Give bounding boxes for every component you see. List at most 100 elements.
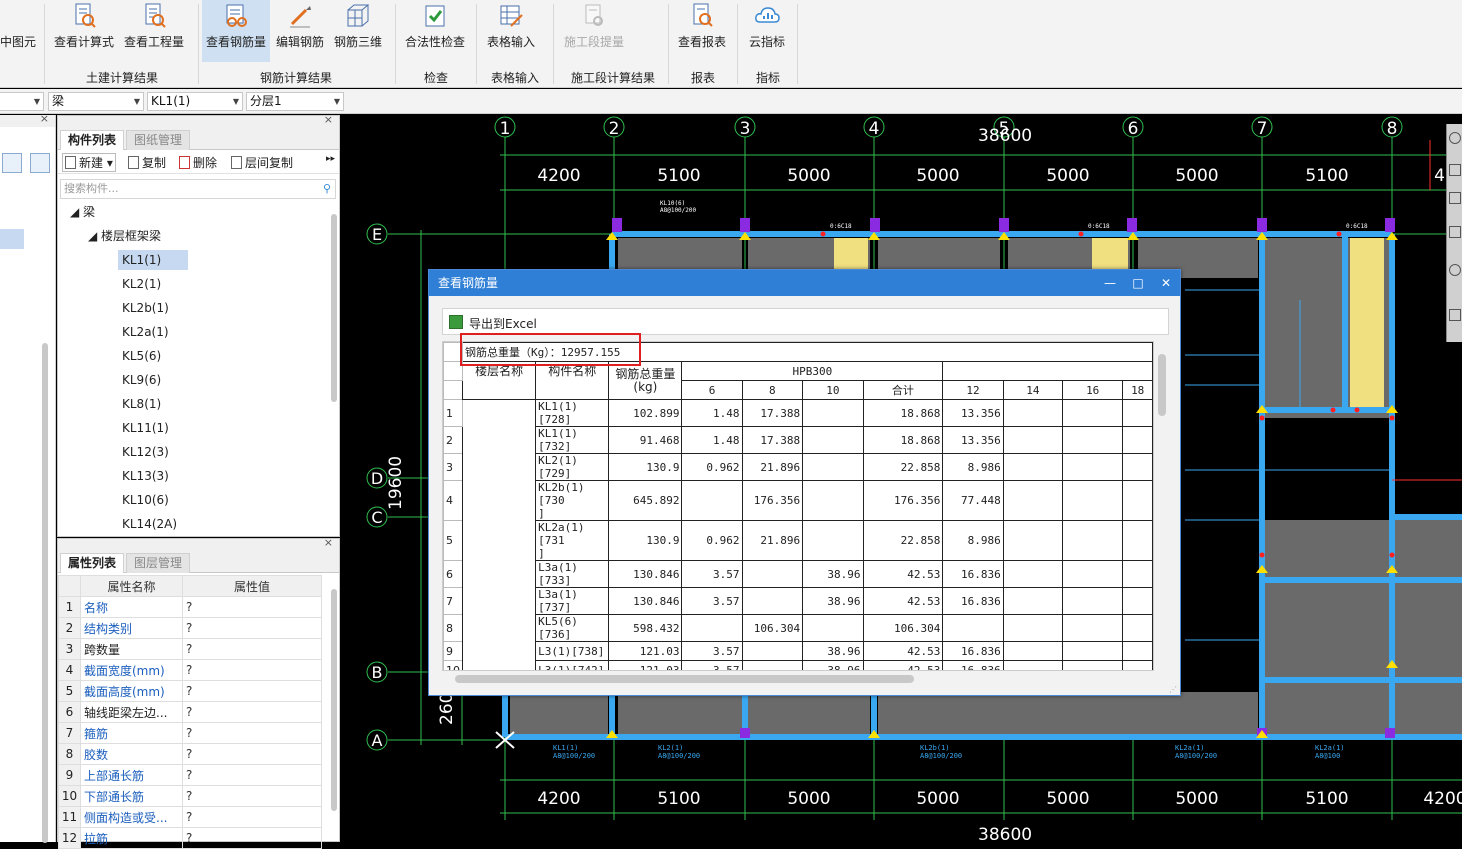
grid-horizontal-scrollbar[interactable] [455,675,914,683]
property-value[interactable]: ? [182,680,322,702]
list-view-icon[interactable] [2,153,22,173]
tree-item[interactable]: KL8(1) [118,394,165,414]
table-row[interactable]: 7 L3a(1)[737] 130.846 3.57 38.96 42.53 16.836 [443,587,1153,615]
property-value[interactable]: ? [182,806,322,828]
view-report-button[interactable]: 查看报表 [672,0,732,62]
tab-layer-management[interactable]: 图层管理 [126,553,191,573]
property-row[interactable]: 4 截面宽度(mm)? [58,659,322,681]
table-row[interactable]: 10 L3(1)[742] 121.03 3.57 38.96 42.53 16.836 [443,660,1153,670]
tree-item[interactable]: KL2b(1) [118,298,173,318]
tree-item[interactable]: KL13(3) [118,466,173,486]
rotate-icon[interactable] [1449,264,1461,276]
svg-text:A8@100/200: A8@100/200 [1175,752,1217,760]
property-value[interactable]: ? [182,659,322,681]
close-icon[interactable]: × [40,112,49,125]
tree-item[interactable]: KL9(6) [118,370,165,390]
tab-component-list[interactable]: 构件列表 [60,130,125,150]
floor-select[interactable]: ▼ [0,92,44,111]
tree-root-beam[interactable]: ◢ 梁 [66,202,99,222]
zoom-icon[interactable] [1449,132,1461,144]
cloud-index-button[interactable]: 云指标 [740,0,794,62]
tree-group-frame-beam[interactable]: ◢ 楼层框架梁 [84,226,165,246]
property-row[interactable]: 7 箍筋? [58,722,322,744]
property-name: 截面高度(mm) [80,680,183,702]
validity-check-button[interactable]: 合法性检查 [400,0,470,62]
table-input-button[interactable]: 表格输入 [480,0,542,62]
element-type-select[interactable]: 梁 ▼ [48,92,144,111]
maximize-icon[interactable]: □ [1126,270,1150,296]
tree-item[interactable]: KL12(3) [118,442,173,462]
component-search-input[interactable]: 搜索构件... ⚲ [60,179,336,199]
new-component-button[interactable]: 新建 ▾ [62,153,116,172]
property-row[interactable]: 3 跨数量? [58,638,322,660]
table-row[interactable]: 6 L3a(1)[733] 130.846 3.57 38.96 42.53 16.836 [443,560,1153,588]
property-scrollbar[interactable] [331,589,337,811]
table-row[interactable]: 2 KL1(1)[732] 91.468 1.48 17.388 18.868 13.356 [443,426,1153,454]
property-value[interactable]: ? [182,596,322,618]
property-row[interactable]: 1 名称? [58,596,322,618]
component-select[interactable]: KL1(1) ▼ [147,92,243,111]
view-quantity-button[interactable]: 查看工程量 [120,0,188,62]
tree-scrollbar[interactable] [331,214,337,402]
rebar-3d-button[interactable]: 钢筋三维 [330,0,386,62]
property-value[interactable]: ? [182,638,322,660]
grid-view-icon[interactable] [30,153,50,173]
tree-item[interactable]: KL10(6) [118,490,173,510]
select-element-button[interactable]: 中图元 [0,0,42,62]
side-view-icon[interactable] [1449,226,1461,238]
layer-select[interactable]: 分层1 ▼ [246,92,344,111]
tree-item[interactable]: KL14(2A) [118,514,181,534]
table-row[interactable]: 9 L3(1)[738] 121.03 3.57 38.96 42.53 16.836 [443,641,1153,661]
property-row[interactable]: 9 上部通长筋? [58,764,322,786]
nav-selected-item[interactable] [0,229,24,249]
copy-button[interactable]: 复制 [128,154,166,171]
value-cell: 3.57 [681,587,743,615]
close-icon[interactable]: ✕ [1154,270,1178,296]
tree-item[interactable]: KL2(1) [118,274,165,294]
view-rebar-button[interactable]: 查看钢筋量 [202,0,270,62]
segment-quantity-button[interactable]: 施工段提量 [558,0,630,62]
table-row[interactable]: 5 KL2a(1)[731 ] 130.9 0.962 21.896 22.858 8.98… [443,520,1153,561]
rebar-quantity-grid[interactable]: 钢筋总重量（Kg）：12957.155 楼层名称 构件名称 钢筋总重量(kg) … [442,341,1154,671]
property-value[interactable]: ? [182,764,322,786]
property-row[interactable]: 5 截面高度(mm)? [58,680,322,702]
property-row[interactable]: 10 下部通长筋? [58,785,322,807]
table-row[interactable]: 8 KL5(6)[736] 598.432 106.304 106.304 [443,614,1153,642]
property-value[interactable]: ? [182,617,322,639]
view-formula-button[interactable]: 查看计算式 [51,0,117,62]
property-row[interactable]: 2 结构类别? [58,617,322,639]
more-icon[interactable]: ▸▸ [326,154,335,164]
grid-icon[interactable] [1449,309,1461,321]
grid-vertical-scrollbar[interactable] [1158,354,1166,416]
tab-drawing-management[interactable]: 图纸管理 [126,130,191,150]
table-row[interactable]: 3 KL2(1)[729] 130.9 0.962 21.896 22.858 8.986 [443,453,1153,481]
minimize-icon[interactable]: — [1098,270,1122,296]
tree-item[interactable]: KL5(6) [118,346,165,366]
delete-button[interactable]: 删除 [179,154,217,171]
top-view-icon[interactable] [1449,164,1461,176]
resize-grip-icon[interactable]: ⋰ [1169,685,1177,694]
export-excel-button[interactable]: 导出到Excel [469,315,537,332]
edit-rebar-button[interactable]: 编辑钢筋 [272,0,328,62]
property-value[interactable]: ? [182,827,322,849]
tab-property-list[interactable]: 属性列表 [60,553,125,573]
close-icon[interactable]: × [324,536,333,549]
property-row[interactable]: 12 拉筋? [58,827,322,849]
property-row[interactable]: 11 侧面构造或受...? [58,806,322,828]
property-row[interactable]: 6 轴线距梁左边...? [58,701,322,723]
property-row[interactable]: 8 胶数? [58,743,322,765]
tree-item[interactable]: KL2a(1) [118,322,173,342]
front-view-icon[interactable] [1449,192,1461,204]
property-value[interactable]: ? [182,743,322,765]
close-icon[interactable]: × [324,113,333,126]
floor-copy-button[interactable]: 层间复制 [231,154,293,171]
nav-scrollbar[interactable] [42,343,48,843]
tree-item[interactable]: KL11(1) [118,418,173,438]
tree-item-kl1[interactable]: KL1(1) [118,250,188,270]
property-value[interactable]: ? [182,701,322,723]
value-cell: 3.57 [681,660,743,670]
table-row[interactable]: 1 KL1(1)[728] 102.899 1.48 17.388 18.868 13.35… [443,399,1153,670]
property-value[interactable]: ? [182,722,322,744]
table-row[interactable]: 4 KL2b(1)[730 ] 645.892 176.356 176.356 77.44… [443,480,1153,521]
property-value[interactable]: ? [182,785,322,807]
